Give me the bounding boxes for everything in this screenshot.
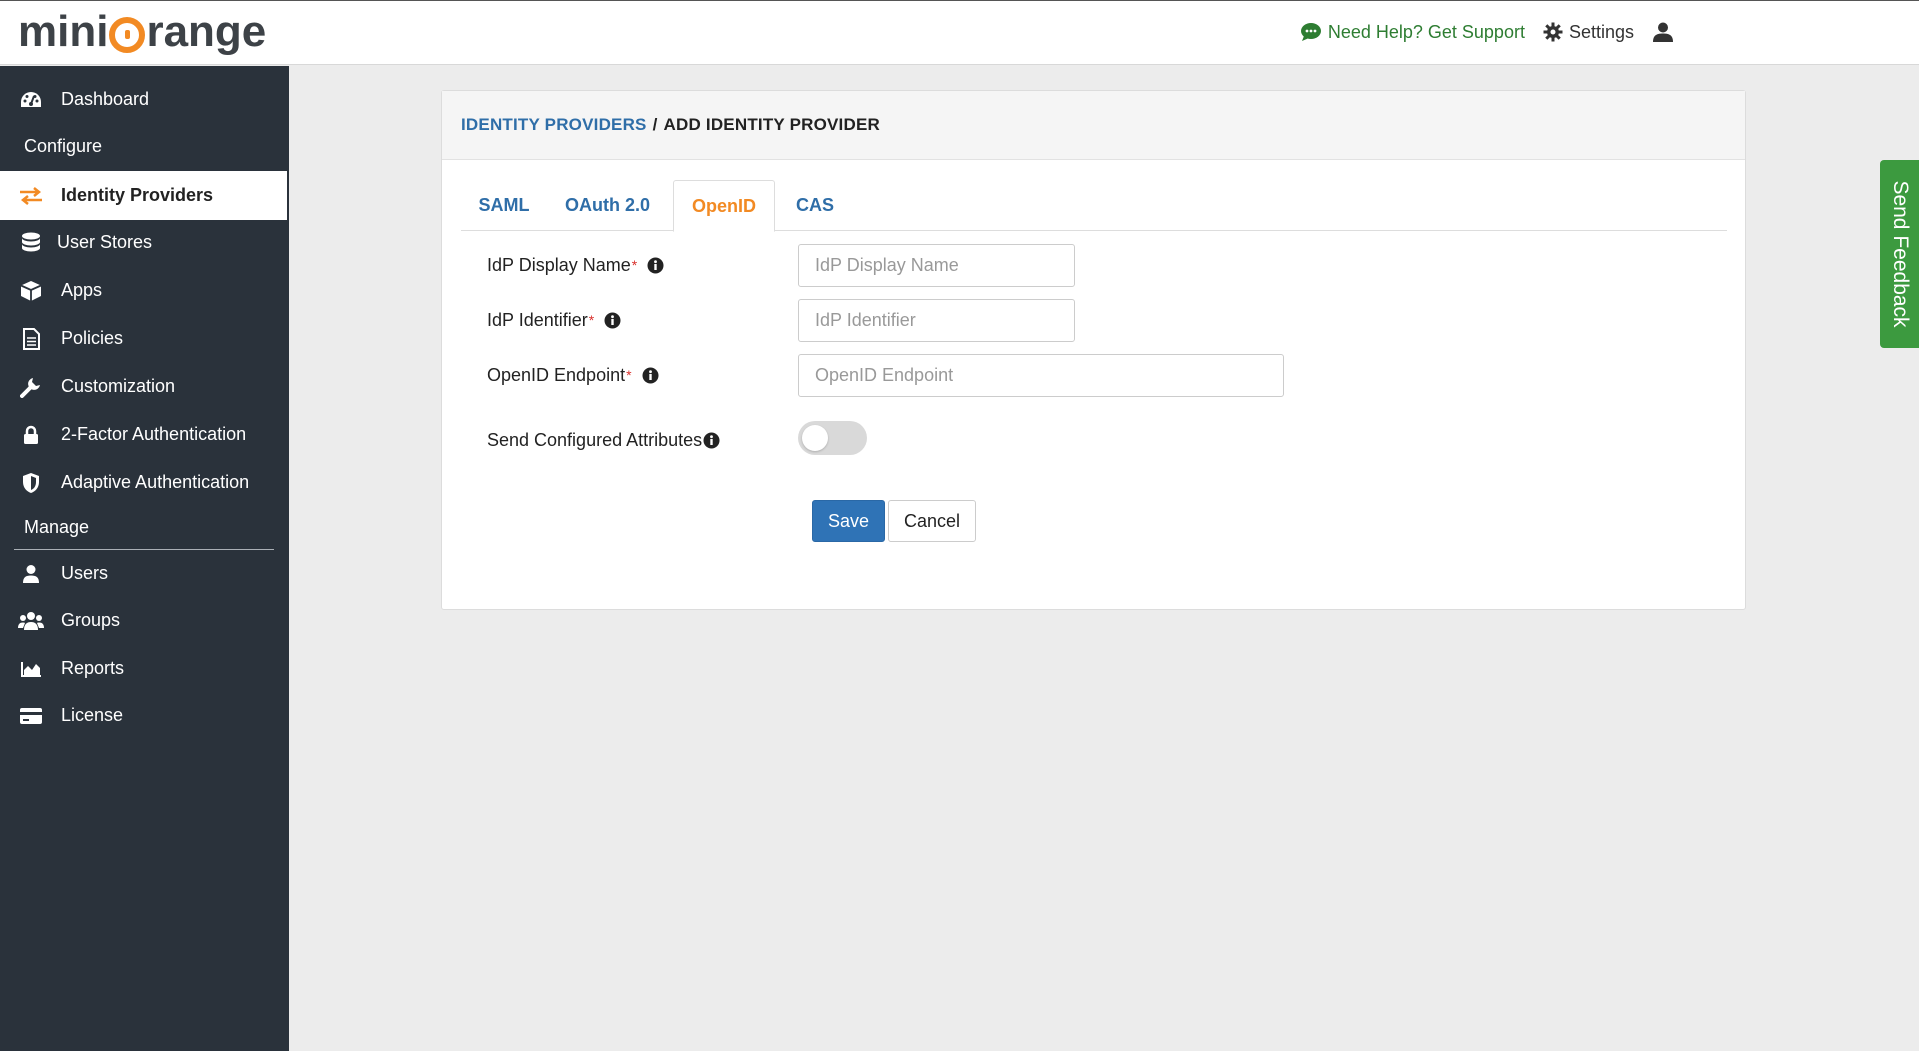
logo-o-icon — [109, 17, 146, 53]
sidebar-item-label: Policies — [61, 328, 124, 348]
credit-card-icon — [16, 705, 46, 727]
send-feedback-tab[interactable]: Send Feedback — [1880, 160, 1919, 348]
exchange-arrows-icon — [16, 185, 46, 207]
document-icon — [16, 327, 46, 350]
breadcrumb-separator: / — [652, 115, 658, 134]
required-asterisk: * — [626, 367, 632, 383]
cube-icon — [16, 280, 46, 302]
identifier-label: IdP Identifier — [487, 309, 588, 330]
send-attributes-toggle[interactable] — [798, 421, 867, 455]
get-support-label: Need Help? Get Support — [1327, 21, 1525, 42]
sidebar-item-reports[interactable]: Reports — [0, 645, 287, 692]
required-asterisk: * — [631, 257, 638, 273]
sidebar-item-label: Users — [61, 563, 109, 583]
settings-link[interactable]: Settings — [1543, 22, 1634, 43]
gear-icon — [1543, 22, 1563, 42]
minirange-logo[interactable]: mini range — [18, 7, 266, 57]
sidebar-item-license[interactable]: License — [0, 692, 287, 739]
add-idp-card: IDENTITY PROVIDERS / ADD IDENTITY PROVID… — [441, 90, 1746, 610]
shield-icon — [16, 472, 46, 494]
endpoint-row: OpenID Endpoint * — [487, 363, 659, 387]
display-name-label: IdP Display Name — [487, 254, 631, 275]
user-icon — [16, 563, 46, 585]
header-actions: Need Help? Get Support Settings — [1300, 21, 1674, 43]
send-feedback-label: Send Feedback — [1888, 180, 1912, 328]
sidebar-item-label: License — [61, 705, 124, 725]
wrench-icon — [16, 376, 46, 398]
sidebar-item-apps[interactable]: Apps — [0, 267, 287, 314]
info-icon[interactable] — [604, 312, 621, 329]
logo-text-end: range — [146, 7, 267, 56]
breadcrumb-identity-providers-link[interactable]: IDENTITY PROVIDERS — [461, 115, 647, 135]
sidebar-item-label: Reports — [61, 658, 125, 678]
sidebar-item-label: Apps — [61, 280, 103, 300]
send-attributes-row: Send Configured Attributes — [487, 428, 720, 452]
save-button[interactable]: Save — [812, 500, 885, 542]
info-icon[interactable] — [647, 257, 664, 274]
sidebar-item-dashboard[interactable]: Dashboard — [0, 76, 287, 123]
group-icon — [16, 610, 46, 632]
info-icon[interactable] — [642, 367, 659, 384]
lock-icon — [16, 424, 46, 446]
sidebar-item-2fa[interactable]: 2-Factor Authentication — [0, 411, 287, 458]
sidebar-item-label: User Stores — [57, 232, 153, 252]
toggle-knob — [802, 425, 828, 451]
tab-oauth[interactable]: OAuth 2.0 — [547, 180, 668, 231]
identifier-row: IdP Identifier * — [487, 308, 621, 332]
breadcrumb: IDENTITY PROVIDERS / ADD IDENTITY PROVID… — [442, 91, 1745, 160]
sidebar-item-policies[interactable]: Policies — [0, 315, 287, 362]
logo-text-start: mini — [18, 7, 109, 56]
chat-bubble-icon — [1300, 23, 1321, 41]
send-attributes-label: Send Configured Attributes — [487, 429, 703, 450]
sidebar-item-label: Groups — [61, 610, 121, 630]
sidebar-item-label: Adaptive Authentication — [61, 472, 250, 492]
endpoint-input[interactable] — [798, 354, 1284, 397]
identifier-input[interactable] — [798, 299, 1075, 342]
sidebar-item-label: Customization — [61, 376, 176, 396]
tab-saml[interactable]: SAML — [461, 180, 547, 231]
endpoint-label: OpenID Endpoint — [487, 364, 626, 385]
display-name-row: IdP Display Name * — [487, 253, 664, 277]
sidebar: Dashboard Configure Identity Providers U… — [0, 66, 289, 1051]
protocol-tabs: SAML OAuth 2.0 OpenID CAS — [461, 180, 1727, 232]
database-icon — [16, 232, 46, 254]
sidebar-item-customization[interactable]: Customization — [0, 363, 287, 410]
info-icon[interactable] — [703, 432, 720, 449]
sidebar-item-user-stores[interactable]: User Stores — [0, 219, 287, 266]
sidebar-item-identity-providers[interactable]: Identity Providers — [0, 171, 287, 220]
sidebar-item-label: 2-Factor Authentication — [61, 424, 247, 444]
tab-openid[interactable]: OpenID — [673, 180, 775, 232]
sidebar-item-groups[interactable]: Groups — [0, 597, 287, 644]
user-profile-icon[interactable] — [1652, 21, 1674, 43]
section-manage: Manage — [24, 517, 90, 537]
sidebar-item-adaptive-auth[interactable]: Adaptive Authentication — [0, 459, 287, 506]
sidebar-item-users[interactable]: Users — [0, 550, 287, 597]
display-name-input[interactable] — [798, 244, 1075, 287]
required-asterisk: * — [588, 312, 595, 328]
sidebar-item-label: Dashboard — [61, 89, 150, 109]
section-configure: Configure — [24, 136, 103, 156]
breadcrumb-current: ADD IDENTITY PROVIDER — [663, 115, 880, 134]
settings-label: Settings — [1568, 21, 1634, 42]
get-support-link[interactable]: Need Help? Get Support — [1300, 22, 1525, 43]
area-chart-icon — [16, 658, 46, 680]
tab-cas[interactable]: CAS — [775, 180, 855, 231]
dashboard-icon — [16, 89, 46, 111]
top-header: mini range Need Help? Get Support Settin… — [0, 0, 1919, 65]
sidebar-item-label: Identity Providers — [61, 185, 214, 205]
cancel-button[interactable]: Cancel — [888, 500, 976, 542]
